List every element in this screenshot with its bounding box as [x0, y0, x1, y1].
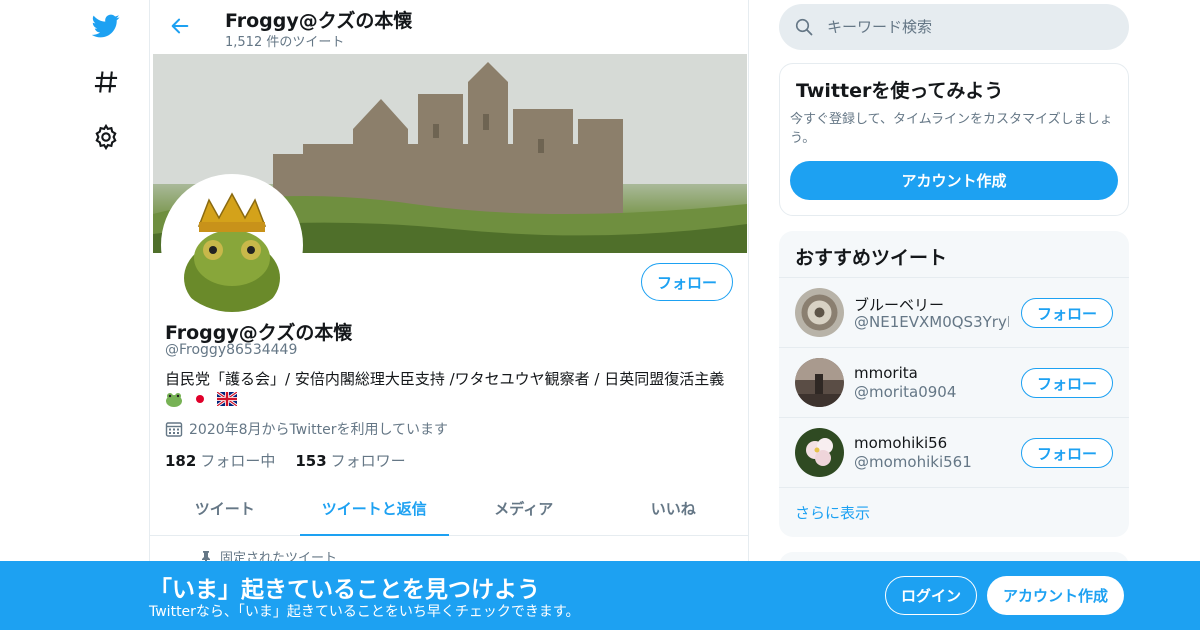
user-avatar[interactable] — [795, 358, 844, 407]
tab-tweets[interactable]: ツイート — [150, 482, 300, 535]
profile-avatar[interactable] — [161, 174, 303, 316]
follow-button[interactable]: フォロー — [1021, 298, 1113, 328]
bio-emoji-row — [165, 391, 735, 407]
search-icon — [795, 18, 813, 36]
user-name: mmorita — [854, 364, 918, 382]
user-handle: @morita0904 — [854, 383, 957, 401]
japan-flag-emoji — [191, 392, 209, 406]
user-name: momohiki56 — [854, 434, 948, 452]
recommended-title: おすすめツイート — [795, 247, 948, 269]
profile-name: Froggy@クズの本懐 — [165, 322, 353, 344]
calendar-icon — [165, 422, 183, 437]
signup-card-description: 今すぐ登録して、タイムラインをカスタマイズしましょう。 — [790, 112, 1113, 146]
tab-tweets-and-replies[interactable]: ツイートと返信 — [299, 482, 450, 536]
bottom-bar-title: 「いま」起きていることを見つけよう — [149, 577, 540, 603]
profile-follow-button[interactable]: フォロー — [641, 263, 733, 301]
followers-link[interactable]: 153 フォロワー — [295, 450, 405, 471]
header-title: Froggy@クズの本懐 — [225, 10, 413, 32]
recommended-user[interactable]: ブルーベリー @NE1EVXM0QS3YryI フォロー — [779, 277, 1129, 347]
user-handle: @momohiki561 — [854, 453, 972, 471]
recommended-tweets-card: おすすめツイート ブルーベリー @NE1EVXM0QS3YryI フォロー mm… — [779, 231, 1129, 537]
create-account-button[interactable]: アカウント作成 — [790, 161, 1118, 200]
tab-likes[interactable]: いいね — [599, 482, 749, 535]
profile-handle: @Froggy86534449 — [165, 342, 298, 358]
profile-bio: 自民党「護る会」/ 安倍内閣総理大臣支持 /ワタセユウヤ観察者 / 日英同盟復活… — [165, 370, 735, 407]
following-count: 182 — [165, 452, 197, 470]
show-more-link[interactable]: さらに表示 — [779, 487, 1129, 537]
frog-emoji — [166, 393, 182, 407]
user-avatar[interactable] — [795, 428, 844, 477]
tab-media[interactable]: メディア — [449, 482, 599, 535]
search-input[interactable] — [827, 18, 1107, 36]
follow-button[interactable]: フォロー — [1021, 368, 1113, 398]
search-bar — [779, 4, 1129, 50]
user-avatar[interactable] — [795, 288, 844, 337]
following-label: フォロー中 — [200, 452, 276, 470]
signup-card: Twitterを使ってみよう 今すぐ登録して、タイムラインをカスタマイズしましょ… — [779, 63, 1129, 216]
login-button[interactable]: ログイン — [885, 576, 977, 615]
follow-button[interactable]: フォロー — [1021, 438, 1113, 468]
uk-flag-emoji — [217, 392, 237, 406]
signup-card-title: Twitterを使ってみよう — [796, 80, 1004, 102]
follow-stats: 182 フォロー中 153 フォロワー — [165, 450, 406, 471]
profile-header: Froggy@クズの本懐 1,512 件のツイート — [150, 0, 748, 53]
hashtag-icon[interactable] — [92, 68, 120, 96]
profile-tabs: ツイート ツイートと返信 メディア いいね — [150, 482, 748, 536]
followers-label: フォロワー — [330, 452, 406, 470]
gear-icon[interactable] — [92, 123, 120, 151]
following-link[interactable]: 182 フォロー中 — [165, 450, 275, 471]
recommended-user[interactable]: momohiki56 @momohiki561 フォロー — [779, 417, 1129, 487]
join-date: 2020年8月からTwitterを利用しています — [165, 419, 448, 439]
back-arrow-icon[interactable] — [166, 12, 194, 40]
tweet-count: 1,512 件のツイート — [225, 35, 345, 50]
main-column: Froggy@クズの本懐 1,512 件のツイート フォロー Froggy@クズ… — [149, 0, 749, 630]
user-name: ブルーベリー — [854, 296, 945, 314]
recommended-user[interactable]: mmorita @morita0904 フォロー — [779, 347, 1129, 417]
bottom-signup-bar: 「いま」起きていることを見つけよう Twitterなら、「いま」起きていることを… — [0, 561, 1200, 630]
followers-count: 153 — [295, 452, 327, 470]
bio-text: 自民党「護る会」/ 安倍内閣総理大臣支持 /ワタセユウヤ観察者 / 日英同盟復活… — [165, 370, 725, 388]
twitter-logo-icon[interactable] — [92, 12, 120, 40]
user-handle: @NE1EVXM0QS3YryI — [854, 313, 1009, 331]
bottom-create-account-button[interactable]: アカウント作成 — [987, 576, 1124, 615]
bottom-bar-subtitle: Twitterなら、「いま」起きていることをいち早くチェックできます。 — [149, 604, 580, 620]
join-date-text: 2020年8月からTwitterを利用しています — [189, 422, 449, 438]
